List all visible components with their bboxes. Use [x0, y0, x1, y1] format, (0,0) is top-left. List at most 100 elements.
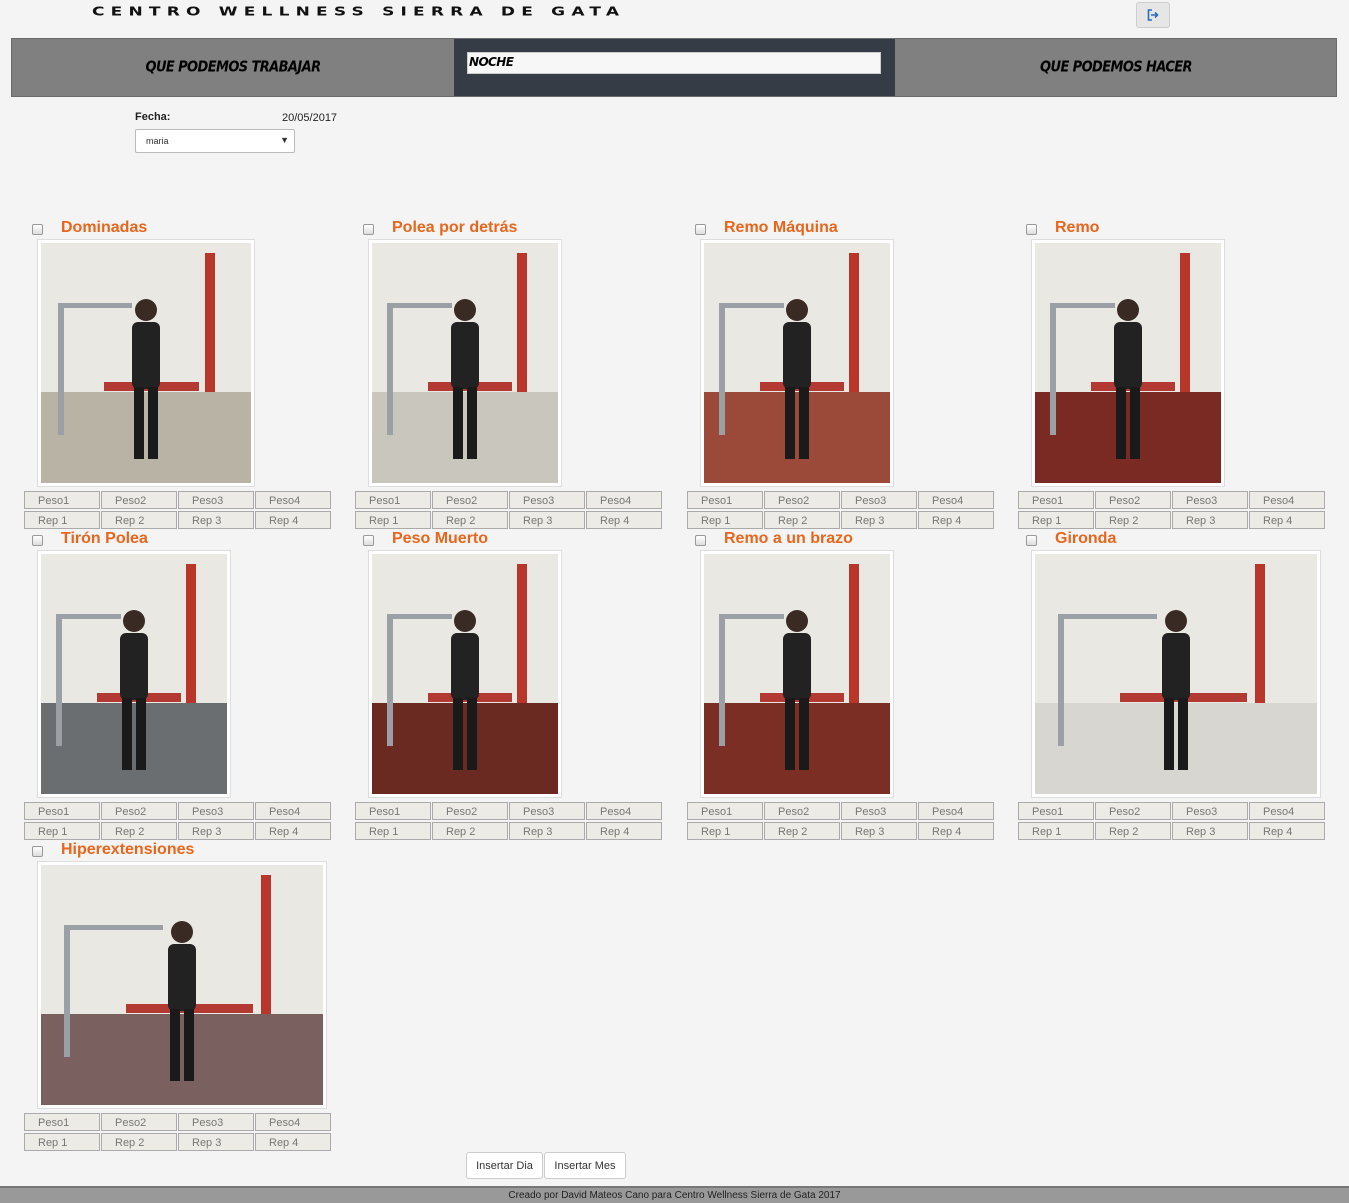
user-select-value: maria — [146, 136, 169, 146]
peso-input[interactable]: Peso4 — [255, 802, 331, 820]
user-select[interactable]: maria ▼ — [135, 129, 295, 153]
rep-input[interactable]: Rep 1 — [24, 822, 100, 840]
rep-input[interactable]: Rep 4 — [255, 822, 331, 840]
rep-input[interactable]: Rep 1 — [1018, 511, 1094, 529]
exercise-checkbox[interactable] — [695, 535, 706, 546]
rep-input[interactable]: Rep 4 — [255, 1133, 331, 1151]
rep-input[interactable]: Rep 4 — [918, 511, 994, 529]
rep-input[interactable]: Rep 2 — [101, 511, 177, 529]
peso-input[interactable]: Peso2 — [101, 1113, 177, 1131]
peso-input[interactable]: Peso1 — [687, 802, 763, 820]
rep-input[interactable]: Rep 3 — [178, 1133, 254, 1151]
nav-que-podemos-hacer[interactable]: QUE PODEMOS HACER — [895, 35, 1337, 101]
exercise-checkbox[interactable] — [1026, 224, 1037, 235]
peso-input[interactable]: Peso4 — [1249, 802, 1325, 820]
rep-input[interactable]: Rep 2 — [1095, 511, 1171, 529]
rep-input[interactable]: Rep 1 — [355, 822, 431, 840]
rep-input[interactable]: Rep 4 — [586, 511, 662, 529]
exercise-checkbox[interactable] — [32, 846, 43, 857]
rep-input[interactable]: Rep 3 — [178, 822, 254, 840]
peso-input[interactable]: Peso3 — [509, 491, 585, 509]
rep-input[interactable]: Rep 1 — [687, 822, 763, 840]
peso-input[interactable]: Peso1 — [1018, 802, 1094, 820]
rep-input[interactable]: Rep 2 — [101, 1133, 177, 1151]
rep-input[interactable]: Rep 3 — [841, 511, 917, 529]
rep-input[interactable]: Rep 3 — [1172, 511, 1248, 529]
peso-input[interactable]: Peso4 — [255, 491, 331, 509]
rep-input[interactable]: Rep 3 — [1172, 822, 1248, 840]
peso-input[interactable]: Peso2 — [432, 802, 508, 820]
rep-input[interactable]: Rep 2 — [101, 822, 177, 840]
top-bar: CENTRO WELLNESS SIERRA DE GATA — [0, 0, 1349, 38]
exercise-card: Peso Muerto Peso1 Peso2 Peso3 Peso4 Rep 1 Rep … — [355, 530, 665, 840]
exercise-checkbox[interactable] — [32, 224, 43, 235]
peso-input[interactable]: Peso2 — [101, 802, 177, 820]
peso-input[interactable]: Peso2 — [764, 802, 840, 820]
rep-input[interactable]: Rep 4 — [1249, 511, 1325, 529]
rep-input[interactable]: Rep 2 — [1095, 822, 1171, 840]
insert-day-button[interactable]: Insertar Dia — [466, 1152, 543, 1179]
peso-input[interactable]: Peso4 — [586, 491, 662, 509]
rep-input[interactable]: Rep 3 — [178, 511, 254, 529]
rep-input[interactable]: Rep 1 — [355, 511, 431, 529]
rep-input[interactable]: Rep 1 — [24, 511, 100, 529]
rep-input[interactable]: Rep 3 — [509, 511, 585, 529]
peso-input[interactable]: Peso3 — [509, 802, 585, 820]
peso-input[interactable]: Peso4 — [586, 802, 662, 820]
peso-input[interactable]: Peso4 — [255, 1113, 331, 1131]
exercise-photo — [368, 550, 562, 798]
rep-input[interactable]: Rep 4 — [918, 822, 994, 840]
exercise-checkbox[interactable] — [32, 535, 43, 546]
peso-input[interactable]: Peso3 — [1172, 491, 1248, 509]
rep-input[interactable]: Rep 4 — [1249, 822, 1325, 840]
nav-que-podemos-trabajar[interactable]: QUE PODEMOS TRABAJAR — [12, 35, 454, 101]
peso-input[interactable]: Peso1 — [24, 491, 100, 509]
peso-input[interactable]: Peso1 — [687, 491, 763, 509]
insert-month-button[interactable]: Insertar Mes — [544, 1152, 626, 1179]
peso-input[interactable]: Peso1 — [1018, 491, 1094, 509]
peso-input[interactable]: Peso3 — [841, 491, 917, 509]
brand-title: CENTRO WELLNESS SIERRA DE GATA — [92, 4, 626, 19]
peso-input[interactable]: Peso2 — [1095, 491, 1171, 509]
peso-input[interactable]: Peso1 — [24, 802, 100, 820]
exercise-checkbox[interactable] — [363, 224, 374, 235]
peso-input[interactable]: Peso4 — [1249, 491, 1325, 509]
peso-input[interactable]: Peso3 — [178, 1113, 254, 1131]
rep-input[interactable]: Rep 2 — [432, 511, 508, 529]
exercise-card: Dominadas Peso1 Peso2 Peso3 Peso4 Rep 1 Rep 2R… — [24, 219, 334, 529]
exercise-checkbox[interactable] — [363, 535, 374, 546]
exercise-inputs: Peso1 Peso2 Peso3 Peso4 Rep 1 Rep 2 Rep 3 Rep 4 — [687, 491, 995, 531]
rep-input[interactable]: Rep 4 — [255, 511, 331, 529]
nav-center-panel: NOCHE — [454, 39, 895, 96]
peso-input[interactable]: Peso3 — [178, 802, 254, 820]
peso-input[interactable]: Peso3 — [841, 802, 917, 820]
peso-input[interactable]: Peso2 — [764, 491, 840, 509]
exercise-inputs: Peso1 Peso2 Peso3 Peso4 Rep 1 Rep 2 Rep 3 Rep 4 — [24, 1113, 332, 1153]
exercise-checkbox[interactable] — [695, 224, 706, 235]
peso-input[interactable]: Peso4 — [918, 491, 994, 509]
rep-input[interactable]: Rep 2 — [432, 822, 508, 840]
rep-input[interactable]: Rep 3 — [841, 822, 917, 840]
exercise-checkbox[interactable] — [1026, 535, 1037, 546]
session-input[interactable]: NOCHE — [467, 52, 881, 74]
rep-input[interactable]: Rep 1 — [24, 1133, 100, 1151]
logout-button[interactable] — [1136, 2, 1170, 28]
peso-input[interactable]: Peso2 — [101, 491, 177, 509]
peso-input[interactable]: Peso3 — [178, 491, 254, 509]
peso-input[interactable]: Peso4 — [918, 802, 994, 820]
peso-input[interactable]: Peso2 — [432, 491, 508, 509]
rep-input[interactable]: Rep 2 — [764, 822, 840, 840]
rep-input[interactable]: Rep 2 — [764, 511, 840, 529]
rep-input[interactable]: Rep 1 — [687, 511, 763, 529]
exercise-card: Tirón Polea Peso1 Peso2 Peso3 Peso4 Rep 1 Rep … — [24, 530, 334, 840]
peso-input[interactable]: Peso3 — [1172, 802, 1248, 820]
rep-input[interactable]: Rep 1 — [1018, 822, 1094, 840]
peso-input[interactable]: Peso1 — [24, 1113, 100, 1131]
rep-input[interactable]: Rep 4 — [586, 822, 662, 840]
peso-input[interactable]: Peso1 — [355, 491, 431, 509]
exercise-card: Gironda Peso1 Peso2 Peso3 Peso4 Rep 1 Rep 2 Rep… — [1018, 530, 1328, 840]
peso-input[interactable]: Peso2 — [1095, 802, 1171, 820]
peso-input[interactable]: Peso1 — [355, 802, 431, 820]
rep-input[interactable]: Rep 3 — [509, 822, 585, 840]
main-nav: QUE PODEMOS TRABAJAR NOCHE QUE PODEMOS H… — [11, 38, 1337, 97]
